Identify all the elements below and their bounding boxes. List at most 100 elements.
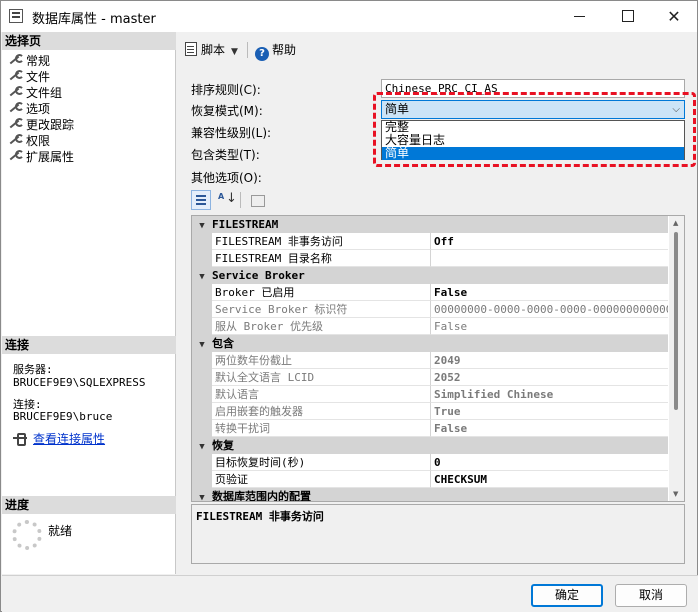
categorized-icon[interactable]: [191, 190, 211, 210]
compat-level-label: 兼容性级别(L):: [191, 126, 272, 140]
chevron-down-icon[interactable]: ▼: [231, 47, 238, 57]
grid-row[interactable]: Broker 已启用 False: [192, 284, 668, 301]
containment-type-label: 包含类型(T):: [191, 148, 260, 162]
wrench-icon: [8, 70, 24, 82]
sort-alpha-icon[interactable]: [215, 190, 237, 210]
progress-header: 进度: [2, 496, 176, 514]
recovery-model-dropdown: 完整 大容量日志 简单: [381, 120, 685, 160]
property-name: 默认全文语言 LCID: [212, 369, 431, 386]
recovery-model-combo[interactable]: 简单 ⌵: [381, 100, 685, 119]
property-value[interactable]: Off: [431, 233, 668, 250]
grid-gutter: [192, 301, 212, 318]
cancel-button[interactable]: 取消: [615, 584, 687, 607]
nav-item-options[interactable]: 选项: [8, 101, 50, 117]
grid-row[interactable]: Service Broker 标识符 00000000-0000-0000-000…: [192, 301, 668, 318]
scroll-down-icon[interactable]: ▼: [673, 490, 678, 498]
property-name: 转换干扰词: [212, 420, 431, 437]
progress-status: 就绪: [48, 524, 73, 538]
help-button[interactable]: ? 帮助: [255, 41, 296, 61]
view-connection-properties-link[interactable]: 查看连接属性: [13, 430, 105, 447]
property-value[interactable]: 2052: [431, 369, 668, 386]
grid-gutter: [192, 403, 212, 420]
toolbar: 脚本 ▼ ? 帮助: [177, 32, 698, 64]
grid-gutter: [192, 369, 212, 386]
recovery-model-value: 简单: [385, 102, 410, 116]
collapse-icon[interactable]: ▼: [192, 490, 212, 501]
property-name: 启用嵌套的触发器: [212, 403, 431, 420]
nav-item-files[interactable]: 文件: [8, 69, 50, 85]
grid-scrollbar[interactable]: ▲ ▼: [669, 216, 684, 501]
nav-item-label: 更改跟踪: [26, 118, 75, 132]
plug-icon: [13, 432, 27, 446]
property-name: FILESTREAM 目录名称: [212, 250, 431, 267]
script-button[interactable]: 脚本 ▼: [185, 41, 238, 58]
property-value[interactable]: True: [431, 403, 668, 420]
grid-row[interactable]: 默认全文语言 LCID 2052: [192, 369, 668, 386]
grid-gutter: [192, 233, 212, 250]
property-name: Service Broker 标识符: [212, 301, 431, 318]
close-button[interactable]: ✕: [651, 1, 697, 32]
grid-category[interactable]: ▼ Service Broker: [192, 267, 668, 284]
property-value[interactable]: False: [431, 284, 668, 301]
wrench-icon: [8, 54, 24, 66]
grid-category[interactable]: ▼ FILESTREAM: [192, 216, 668, 233]
grid-category-label: 恢复: [212, 439, 234, 452]
scroll-up-icon[interactable]: ▲: [673, 219, 678, 227]
maximize-button[interactable]: [604, 1, 650, 32]
nav-item-permissions[interactable]: 权限: [8, 133, 50, 149]
minimize-button[interactable]: [556, 1, 602, 32]
recovery-option[interactable]: 大容量日志: [382, 134, 684, 147]
property-grid[interactable]: ▼ FILESTREAM FILESTREAM 非事务访问 Off FILESTREAM…: [191, 215, 685, 502]
ok-button[interactable]: 确定: [531, 584, 603, 607]
grid-row[interactable]: 启用嵌套的触发器 True: [192, 403, 668, 420]
collation-value: Chinese_PRC_CI_AS: [385, 82, 498, 95]
recovery-option[interactable]: 简单: [382, 147, 684, 160]
nav-item-change-tracking[interactable]: 更改跟踪: [8, 117, 74, 133]
wrench-icon: [8, 134, 24, 146]
property-value[interactable]: False: [431, 318, 668, 335]
nav-item-label: 选项: [26, 102, 51, 116]
property-value[interactable]: False: [431, 420, 668, 437]
property-name: 页验证: [212, 471, 431, 488]
grid-row[interactable]: 目标恢复时间(秒) 0: [192, 454, 668, 471]
nav-item-extended-properties[interactable]: 扩展属性: [8, 149, 74, 165]
nav-item-label: 权限: [26, 134, 51, 148]
view-connection-properties-label[interactable]: 查看连接属性: [33, 432, 105, 446]
property-pages-icon[interactable]: [247, 190, 267, 210]
nav-item-general[interactable]: 常规: [8, 53, 50, 69]
grid-row[interactable]: FILESTREAM 目录名称: [192, 250, 668, 267]
chevron-down-icon[interactable]: ⌵: [672, 101, 680, 118]
collation-combo[interactable]: Chinese_PRC_CI_AS: [381, 79, 685, 98]
grid-gutter: [192, 352, 212, 369]
nav-item-filegroups[interactable]: 文件组: [8, 85, 62, 101]
wrench-icon: [8, 150, 24, 162]
server-label: 服务器:: [13, 363, 53, 376]
nav-item-label: 文件: [26, 70, 51, 84]
grid-row[interactable]: FILESTREAM 非事务访问 Off: [192, 233, 668, 250]
connection-header: 连接: [2, 336, 176, 354]
grid-row[interactable]: 两位数年份截止 2049: [192, 352, 668, 369]
toolbar-separator: [247, 42, 248, 58]
scroll-thumb[interactable]: [674, 232, 678, 410]
grid-row[interactable]: 服从 Broker 优先级 False: [192, 318, 668, 335]
grid-gutter: [192, 250, 212, 267]
grid-row[interactable]: 转换干扰词 False: [192, 420, 668, 437]
dialog-footer: 确定 取消: [2, 575, 698, 612]
grid-category[interactable]: ▼ 包含: [192, 335, 668, 352]
property-value[interactable]: Simplified Chinese: [431, 386, 668, 403]
property-name: 默认语言: [212, 386, 431, 403]
property-value[interactable]: 2049: [431, 352, 668, 369]
wrench-icon: [8, 86, 24, 98]
grid-category[interactable]: ▼ 数据库范围内的配置: [192, 488, 668, 501]
grid-category[interactable]: ▼ 恢复: [192, 437, 668, 454]
property-value[interactable]: 00000000-0000-0000-0000-000000000000: [431, 301, 668, 318]
grid-toolbar-separator: [240, 192, 241, 208]
grid-row[interactable]: 页验证 CHECKSUM: [192, 471, 668, 488]
property-value[interactable]: 0: [431, 454, 668, 471]
progress-spinner-icon: [12, 520, 42, 550]
grid-category-label: 包含: [212, 337, 234, 350]
grid-row[interactable]: 默认语言 Simplified Chinese: [192, 386, 668, 403]
property-description: FILESTREAM 非事务访问: [191, 504, 685, 564]
property-value[interactable]: [431, 250, 668, 267]
property-value[interactable]: CHECKSUM: [431, 471, 668, 488]
